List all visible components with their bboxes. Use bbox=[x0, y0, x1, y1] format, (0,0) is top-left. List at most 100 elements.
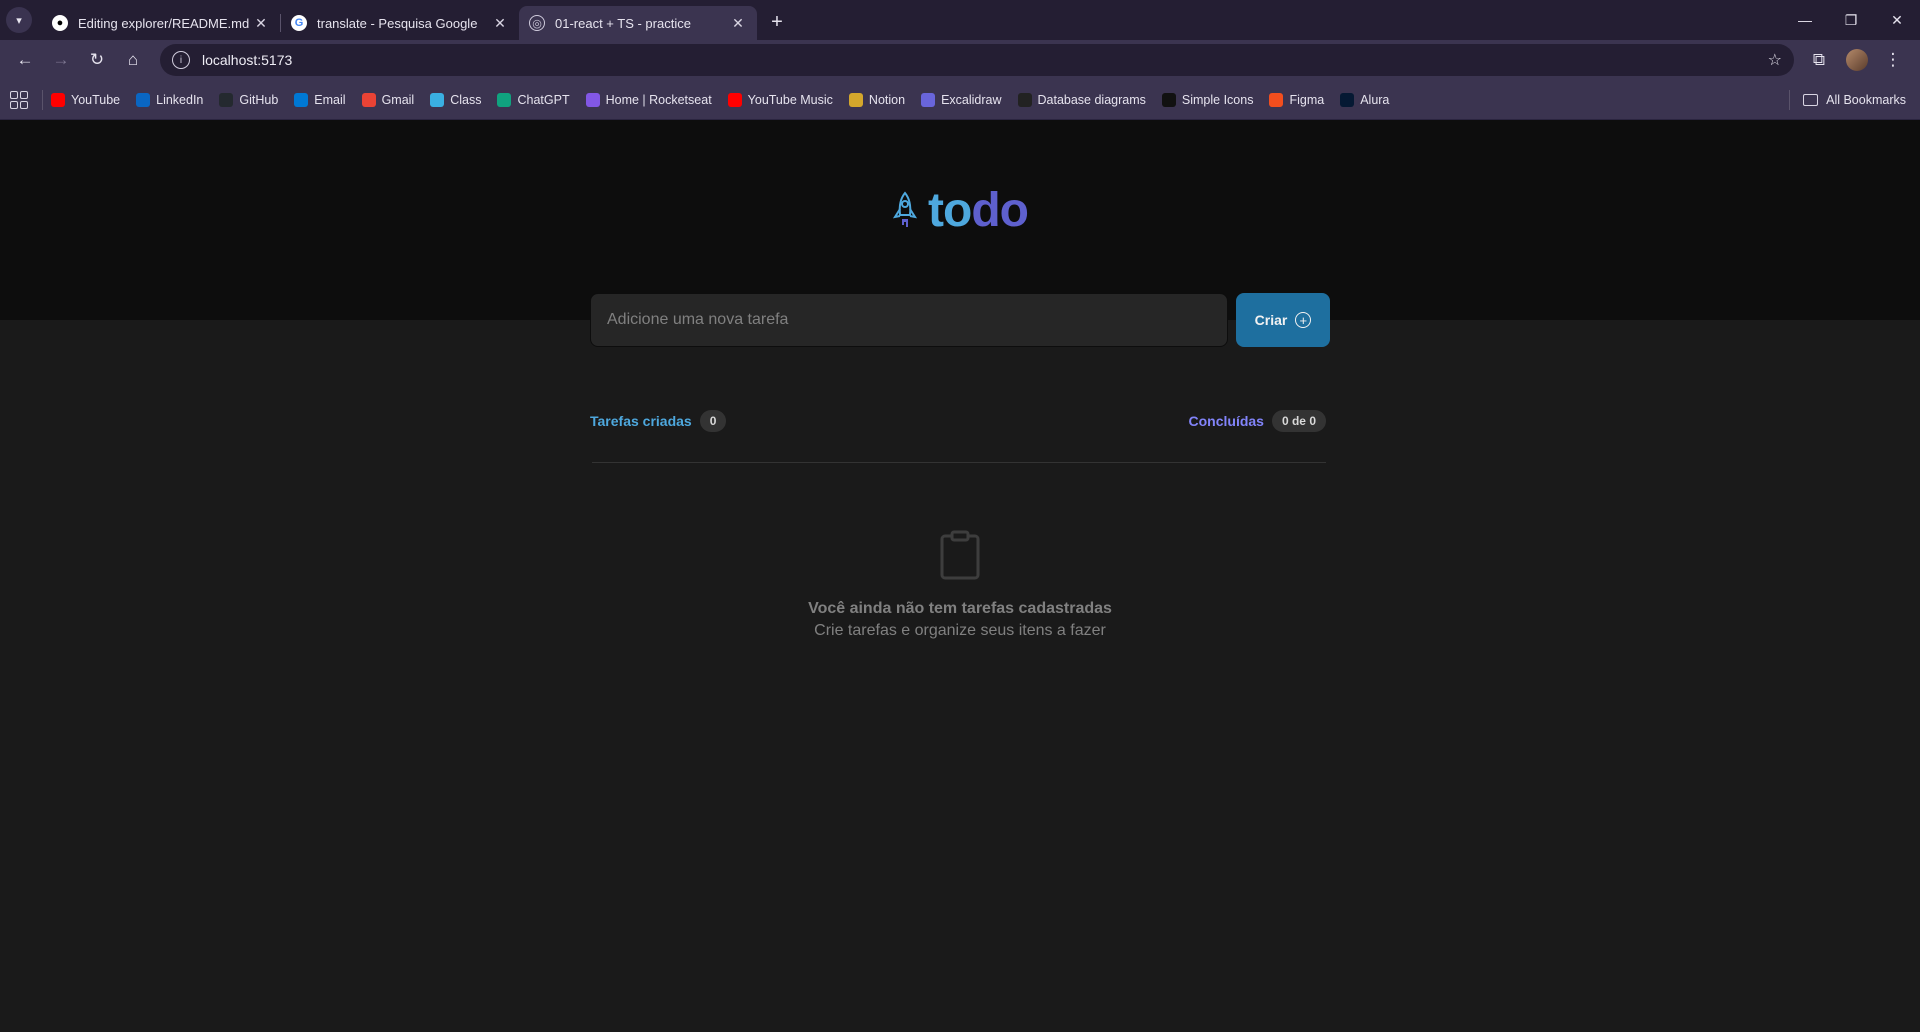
logo-wordmark: todo bbox=[928, 183, 1029, 238]
bookmark-item[interactable]: Excalidraw bbox=[921, 92, 1002, 107]
bookmark-item[interactable]: Database diagrams bbox=[1017, 92, 1146, 107]
minimize-icon[interactable]: — bbox=[1782, 0, 1828, 40]
created-tasks-label: Tarefas criadas bbox=[590, 413, 692, 429]
bookmarks-separator bbox=[42, 89, 43, 110]
task-summary: Tarefas criadas 0 Concluídas 0 de 0 bbox=[590, 410, 1326, 432]
bookmark-label: YouTube bbox=[71, 92, 121, 107]
bookmark-label: Alura bbox=[1360, 92, 1390, 107]
created-tasks-counter: Tarefas criadas 0 bbox=[590, 410, 727, 432]
app-header: todo bbox=[0, 120, 1920, 320]
tab-title: Editing explorer/README.md at bbox=[78, 15, 252, 31]
rocketseat-icon bbox=[585, 92, 600, 107]
linkedin-icon bbox=[136, 92, 151, 107]
site-info-icon[interactable]: i bbox=[172, 51, 190, 69]
notion-icon bbox=[848, 92, 863, 107]
logo-part-do: do bbox=[971, 183, 1029, 237]
tab-github-readme[interactable]: ● Editing explorer/README.md at ✕ bbox=[42, 6, 280, 40]
create-button-label: Criar bbox=[1254, 312, 1288, 328]
bookmark-label: GitHub bbox=[239, 92, 279, 107]
bookmark-item[interactable]: LinkedIn bbox=[136, 92, 204, 107]
close-icon[interactable]: ✕ bbox=[729, 15, 747, 32]
all-bookmarks-label: All Bookmarks bbox=[1826, 93, 1906, 107]
browser-toolbar: ← → ↻ ⌂ i localhost:5173 ☆ ⧉ ⋮ bbox=[0, 40, 1920, 80]
chatgpt-icon bbox=[497, 92, 512, 107]
bookmark-item[interactable]: YouTube bbox=[51, 92, 121, 107]
bookmark-item[interactable]: Home | Rocketseat bbox=[585, 92, 712, 107]
rocket-icon bbox=[892, 191, 918, 227]
tab-google-translate[interactable]: G translate - Pesquisa Google ✕ bbox=[281, 6, 519, 40]
clipboard-icon bbox=[940, 530, 980, 580]
bookmarks-separator bbox=[1789, 90, 1790, 110]
excalidraw-icon bbox=[921, 92, 936, 107]
reload-icon[interactable]: ↻ bbox=[80, 43, 114, 77]
bookmark-star-icon[interactable]: ☆ bbox=[1768, 50, 1782, 70]
database-icon bbox=[1017, 92, 1032, 107]
bookmark-item[interactable]: Class bbox=[430, 92, 482, 107]
google-icon: G bbox=[291, 15, 307, 31]
new-task-input[interactable] bbox=[590, 293, 1228, 347]
restore-icon[interactable]: ❐ bbox=[1828, 0, 1874, 40]
create-task-button[interactable]: Criar + bbox=[1236, 293, 1330, 347]
bookmark-label: Email bbox=[314, 92, 346, 107]
logo-part-to: to bbox=[928, 183, 972, 237]
bookmark-label: ChatGPT bbox=[517, 92, 570, 107]
forward-arrow-icon[interactable]: → bbox=[44, 43, 78, 77]
gmail-icon bbox=[361, 92, 376, 107]
address-bar[interactable]: i localhost:5173 ☆ bbox=[160, 44, 1794, 76]
back-arrow-icon[interactable]: ← bbox=[8, 43, 42, 77]
close-window-icon[interactable]: ✕ bbox=[1874, 0, 1920, 40]
bookmark-item[interactable]: GitHub bbox=[219, 92, 279, 107]
url-text[interactable]: localhost:5173 bbox=[202, 52, 1768, 68]
bookmark-label: Database diagrams bbox=[1037, 92, 1146, 107]
class-icon bbox=[430, 92, 445, 107]
new-task-form: Criar + bbox=[590, 293, 1330, 347]
menu-kebab-icon[interactable]: ⋮ bbox=[1876, 43, 1910, 77]
bookmark-item[interactable]: Gmail bbox=[361, 92, 415, 107]
alura-icon bbox=[1340, 92, 1355, 107]
bookmark-item[interactable]: Alura bbox=[1340, 92, 1390, 107]
window-controls: — ❐ ✕ bbox=[1782, 0, 1920, 40]
github-icon: ● bbox=[52, 15, 68, 31]
figma-icon bbox=[1269, 92, 1284, 107]
empty-state-title: Você ainda não tem tarefas cadastradas bbox=[808, 600, 1112, 617]
close-icon[interactable]: ✕ bbox=[252, 15, 270, 32]
youtube-icon bbox=[51, 92, 65, 107]
bookmark-label: Simple Icons bbox=[1181, 92, 1254, 107]
done-count-badge: 0 de 0 bbox=[1271, 410, 1326, 432]
bookmark-list: YouTube LinkedIn GitHub Email Gmail Class Chat… bbox=[51, 92, 1405, 107]
bookmark-item[interactable]: Simple Icons bbox=[1161, 92, 1254, 107]
todo-app: todo Criar + Tarefas criadas 0 Concluída… bbox=[0, 120, 1920, 1032]
bookmark-label: Gmail bbox=[381, 92, 415, 107]
bookmark-item[interactable]: ChatGPT bbox=[497, 92, 570, 107]
bookmark-label: LinkedIn bbox=[156, 92, 204, 107]
browser-tab-bar: ▾ ● Editing explorer/README.md at ✕ G tr… bbox=[0, 0, 1920, 40]
apps-grid-icon[interactable] bbox=[10, 90, 28, 109]
created-count-badge: 0 bbox=[699, 410, 727, 432]
bookmark-item[interactable]: Email bbox=[294, 92, 346, 107]
empty-state-subtitle: Crie tarefas e organize seus itens a faz… bbox=[814, 622, 1106, 639]
bookmark-item[interactable]: Figma bbox=[1269, 92, 1324, 107]
bookmark-label: Class bbox=[450, 92, 482, 107]
close-icon[interactable]: ✕ bbox=[491, 15, 509, 32]
new-tab-button[interactable]: + bbox=[763, 8, 791, 36]
outlook-icon bbox=[294, 92, 309, 107]
bookmark-item[interactable]: Notion bbox=[848, 92, 906, 107]
globe-icon: ◎ bbox=[529, 15, 545, 31]
bookmark-label: YouTube Music bbox=[747, 92, 833, 107]
simple-icons-icon bbox=[1161, 92, 1176, 107]
plus-circle-icon: + bbox=[1295, 312, 1312, 328]
tab-react-practice[interactable]: ◎ 01-react + TS - practice ✕ bbox=[519, 6, 757, 40]
tab-search-button[interactable]: ▾ bbox=[6, 7, 32, 33]
profile-avatar[interactable] bbox=[1846, 49, 1868, 71]
bookmark-item[interactable]: YouTube Music bbox=[727, 92, 833, 107]
extensions-icon[interactable]: ⧉ bbox=[1802, 43, 1836, 77]
tab-title: 01-react + TS - practice bbox=[555, 15, 691, 31]
empty-state: Você ainda não tem tarefas cadastradas C… bbox=[590, 530, 1330, 640]
task-list-divider bbox=[592, 462, 1326, 463]
done-tasks-label: Concluídas bbox=[1188, 413, 1264, 429]
bookmarks-bar: YouTube LinkedIn GitHub Email Gmail Class Chat… bbox=[0, 80, 1920, 120]
all-bookmarks-button[interactable]: All Bookmarks bbox=[1803, 80, 1906, 120]
home-icon[interactable]: ⌂ bbox=[116, 43, 150, 77]
bookmark-label: Notion bbox=[868, 92, 906, 107]
bookmark-label: Excalidraw bbox=[941, 92, 1002, 107]
